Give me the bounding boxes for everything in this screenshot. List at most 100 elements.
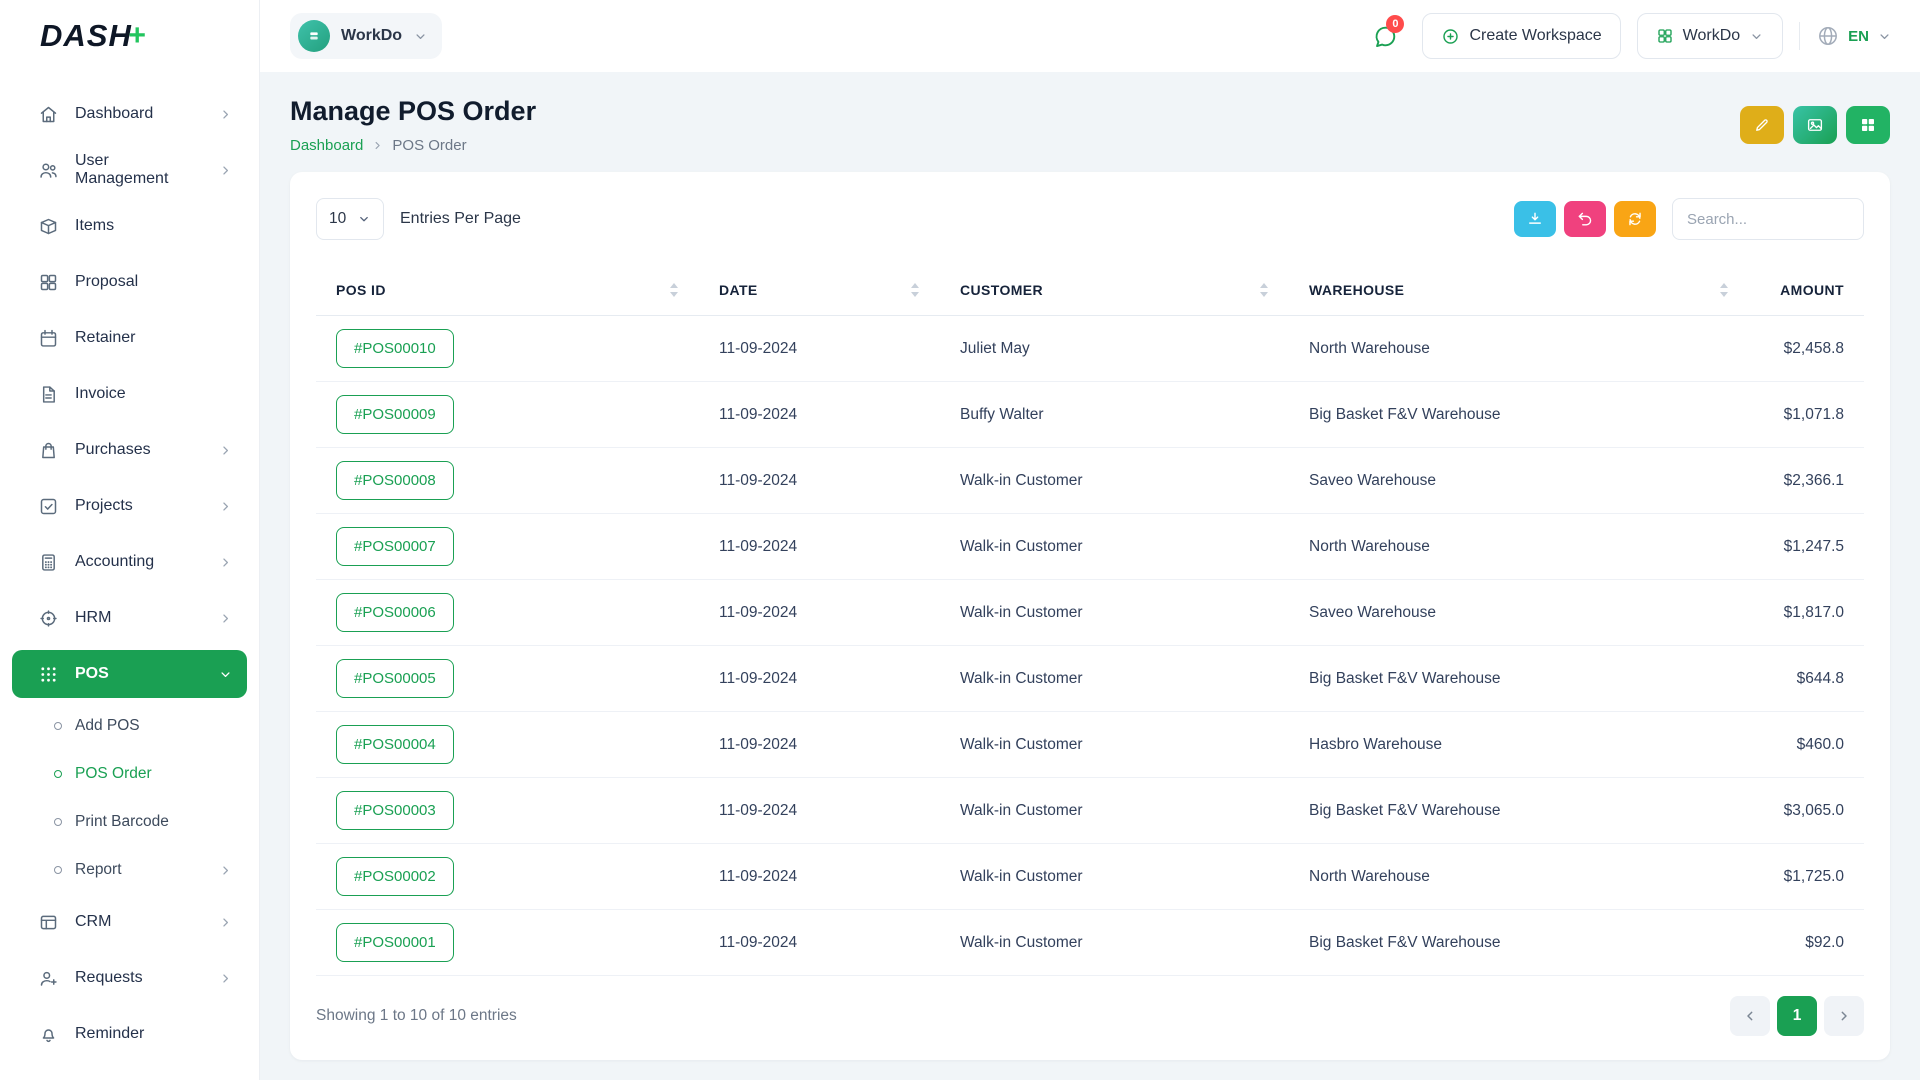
cell-customer: Juliet May: [940, 340, 1289, 358]
pos-id-link[interactable]: #POS00005: [336, 659, 454, 698]
pencil-icon: [1753, 116, 1771, 134]
pos-id-link[interactable]: #POS00009: [336, 395, 454, 434]
sidebar-item-accounting[interactable]: Accounting: [12, 534, 247, 590]
sidebar-subitem-report[interactable]: Report: [12, 846, 247, 894]
language-switcher[interactable]: EN: [1816, 24, 1892, 48]
sidebar-item-purchases[interactable]: Purchases: [12, 422, 247, 478]
workdo-menu-label: WorkDo: [1683, 27, 1741, 45]
pos-id-link[interactable]: #POS00006: [336, 593, 454, 632]
sidebar-item-retainer[interactable]: Retainer: [12, 310, 247, 366]
layout-panel-icon: [38, 911, 60, 933]
pos-id-link[interactable]: #POS00007: [336, 527, 454, 566]
chevron-right-icon: [218, 971, 233, 986]
grid-view-button[interactable]: [1846, 106, 1890, 144]
cell-customer: Walk-in Customer: [940, 538, 1289, 556]
pagination-prev-button[interactable]: [1730, 996, 1770, 1036]
sidebar-item-user-management[interactable]: User Management: [12, 142, 247, 198]
create-workspace-button[interactable]: Create Workspace: [1422, 13, 1620, 59]
cell-amount: $2,366.1: [1749, 472, 1864, 490]
table-row: #POS00003 11-09-2024 Walk-in Customer Bi…: [316, 778, 1864, 844]
sidebar-item-requests[interactable]: Requests: [12, 950, 247, 1006]
sidebar-subitem-pos-order[interactable]: POS Order: [12, 750, 247, 798]
sidebar-item-items[interactable]: Items: [12, 198, 247, 254]
entries-per-page-select[interactable]: 10: [316, 198, 384, 240]
pos-id-link[interactable]: #POS00010: [336, 329, 454, 368]
cell-date: 11-09-2024: [699, 868, 940, 886]
sort-icon: [669, 283, 679, 297]
cell-amount: $1,817.0: [1749, 604, 1864, 622]
pagination-page-1-button[interactable]: 1: [1777, 996, 1817, 1036]
entries-per-page-value: 10: [329, 210, 346, 228]
messages-button[interactable]: 0: [1364, 15, 1406, 57]
column-header-warehouse[interactable]: WAREHOUSE: [1289, 282, 1749, 298]
divider: [1799, 22, 1800, 50]
table-row: #POS00005 11-09-2024 Walk-in Customer Bi…: [316, 646, 1864, 712]
table-header-row: POS ID DATE CUSTOMER WAREHOUSE AMOUNT: [316, 264, 1864, 316]
sidebar-subitem-print-barcode[interactable]: Print Barcode: [12, 798, 247, 846]
pos-id-link[interactable]: #POS00008: [336, 461, 454, 500]
sidebar-subitem-add-pos[interactable]: Add POS: [12, 702, 247, 750]
chevron-right-icon: [218, 611, 233, 626]
chevron-right-icon: [218, 443, 233, 458]
app-logo[interactable]: DASH +: [0, 0, 259, 72]
chevron-down-icon: [357, 212, 371, 226]
topbar-right: 0 Create Workspace WorkDo EN: [1364, 13, 1892, 59]
chevron-right-icon: [218, 915, 233, 930]
column-label: CUSTOMER: [960, 282, 1043, 298]
search-input[interactable]: [1672, 198, 1864, 240]
sidebar-item-label: Purchases: [75, 441, 203, 459]
sidebar: DASH + Dashboard User Management Items P…: [0, 0, 260, 1080]
sidebar-item-pos[interactable]: POS: [12, 650, 247, 698]
cell-warehouse: North Warehouse: [1289, 868, 1749, 886]
breadcrumb: Dashboard POS Order: [290, 137, 536, 154]
workdo-menu-button[interactable]: WorkDo: [1637, 13, 1784, 59]
edit-theme-button[interactable]: [1740, 106, 1784, 144]
column-header-date[interactable]: DATE: [699, 282, 940, 298]
cell-date: 11-09-2024: [699, 670, 940, 688]
sidebar-item-label: User Management: [75, 152, 203, 188]
cell-amount: $3,065.0: [1749, 802, 1864, 820]
cell-date: 11-09-2024: [699, 472, 940, 490]
sidebar-item-reminder[interactable]: Reminder: [12, 1006, 247, 1062]
sidebar-item-dashboard[interactable]: Dashboard: [12, 86, 247, 142]
export-button[interactable]: [1514, 201, 1556, 237]
cell-amount: $2,458.8: [1749, 340, 1864, 358]
sidebar-nav: Dashboard User Management Items Proposal…: [0, 72, 259, 1080]
page-actions: [1740, 106, 1890, 144]
target-icon: [38, 607, 60, 629]
sidebar-item-crm[interactable]: CRM: [12, 894, 247, 950]
table-row: #POS00002 11-09-2024 Walk-in Customer No…: [316, 844, 1864, 910]
undo-button[interactable]: [1564, 201, 1606, 237]
refresh-button[interactable]: [1614, 201, 1656, 237]
sidebar-item-projects[interactable]: Projects: [12, 478, 247, 534]
check-square-icon: [38, 495, 60, 517]
chevron-right-icon: [1836, 1008, 1852, 1024]
pos-id-link[interactable]: #POS00004: [336, 725, 454, 764]
column-header-customer[interactable]: CUSTOMER: [940, 282, 1289, 298]
cell-amount: $92.0: [1749, 934, 1864, 952]
pos-id-link[interactable]: #POS00002: [336, 857, 454, 896]
calculator-icon: [38, 551, 60, 573]
cell-warehouse: Hasbro Warehouse: [1289, 736, 1749, 754]
chevron-right-icon: [218, 555, 233, 570]
bell-icon: [38, 1023, 60, 1045]
messages-badge: 0: [1386, 15, 1404, 33]
sidebar-item-invoice[interactable]: Invoice: [12, 366, 247, 422]
table-row: #POS00004 11-09-2024 Walk-in Customer Ha…: [316, 712, 1864, 778]
media-button[interactable]: [1793, 106, 1837, 144]
workspace-switcher[interactable]: WorkDo: [290, 13, 442, 59]
sidebar-item-label: Requests: [75, 969, 203, 987]
pagination-next-button[interactable]: [1824, 996, 1864, 1036]
pagination: 1: [1730, 996, 1864, 1036]
pos-id-link[interactable]: #POS00003: [336, 791, 454, 830]
cell-amount: $1,071.8: [1749, 406, 1864, 424]
bullet-icon: [54, 722, 62, 730]
pos-id-link[interactable]: #POS00001: [336, 923, 454, 962]
sidebar-item-hrm[interactable]: HRM: [12, 590, 247, 646]
breadcrumb-dashboard-link[interactable]: Dashboard: [290, 137, 363, 154]
column-header-amount[interactable]: AMOUNT: [1749, 282, 1864, 298]
sidebar-item-proposal[interactable]: Proposal: [12, 254, 247, 310]
column-header-pos-id[interactable]: POS ID: [316, 282, 699, 298]
chevron-right-icon: [371, 139, 384, 152]
showing-entries-text: Showing 1 to 10 of 10 entries: [316, 1007, 517, 1025]
